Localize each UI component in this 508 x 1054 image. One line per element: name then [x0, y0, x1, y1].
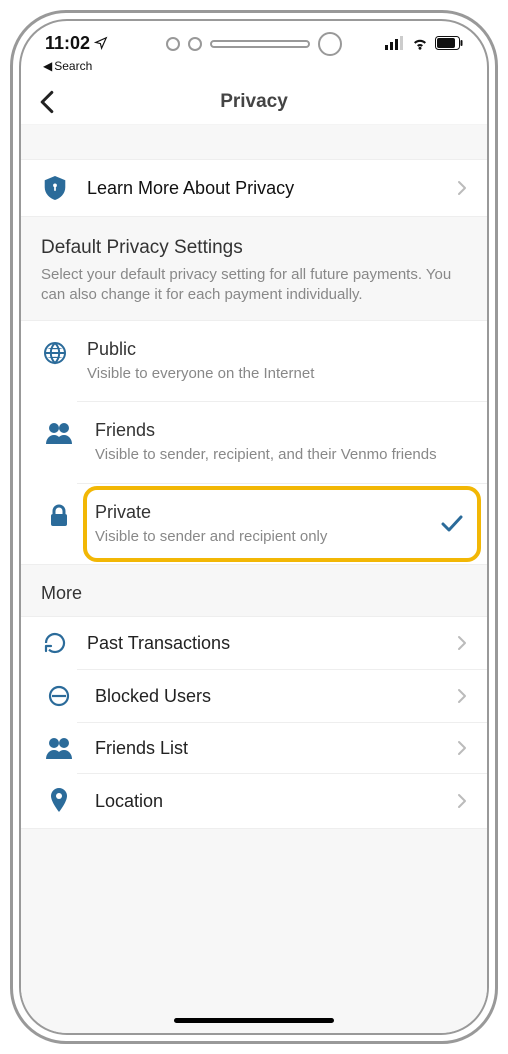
blocked-icon: [21, 684, 77, 708]
device-frame: 11:02 ◀ Search: [10, 10, 498, 1044]
history-icon: [41, 631, 69, 655]
privacy-options: Public Visible to everyone on the Intern…: [21, 320, 487, 566]
learn-more-row[interactable]: Learn More About Privacy: [21, 159, 487, 217]
learn-more-label: Learn More About Privacy: [87, 178, 439, 199]
option-title: Public: [87, 339, 467, 360]
more-item-label: Friends List: [95, 738, 439, 759]
chevron-right-icon: [457, 740, 467, 756]
home-indicator[interactable]: [174, 1018, 334, 1023]
back-caret-icon: ◀: [43, 59, 52, 73]
privacy-option-friends[interactable]: Friends Visible to sender, recipient, an…: [77, 401, 487, 483]
more-item-label: Location: [95, 791, 439, 812]
back-to-search[interactable]: ◀ Search: [21, 59, 487, 79]
nav-bar: Privacy: [21, 79, 487, 125]
privacy-option-public[interactable]: Public Visible to everyone on the Intern…: [21, 321, 487, 402]
screen: 11:02 ◀ Search: [19, 19, 489, 1035]
option-title: Private: [95, 502, 423, 523]
friends-icon: [21, 420, 77, 444]
cellular-icon: [385, 36, 405, 50]
default-privacy-header: Default Privacy Settings Select your def…: [21, 217, 487, 320]
more-location[interactable]: Location: [77, 773, 487, 828]
chevron-right-icon: [457, 793, 467, 809]
globe-icon: [41, 339, 69, 365]
more-section-title: More: [21, 565, 487, 616]
location-arrow-icon: [94, 36, 108, 50]
default-privacy-title: Default Privacy Settings: [41, 237, 467, 259]
option-title: Friends: [95, 420, 467, 441]
pin-icon: [21, 788, 77, 814]
checkmark-icon: [441, 515, 467, 533]
wifi-icon: [411, 36, 429, 50]
back-search-label: Search: [54, 59, 92, 73]
lock-icon: [21, 502, 77, 528]
option-desc: Visible to everyone on the Internet: [87, 364, 467, 384]
chevron-right-icon: [457, 180, 467, 196]
chevron-right-icon: [457, 635, 467, 651]
more-item-label: Blocked Users: [95, 686, 439, 707]
more-item-label: Past Transactions: [87, 633, 439, 654]
more-past-transactions[interactable]: Past Transactions: [21, 617, 487, 669]
more-blocked-users[interactable]: Blocked Users: [77, 669, 487, 722]
page-title: Privacy: [39, 91, 469, 113]
content-scroll[interactable]: Learn More About Privacy Default Privacy…: [21, 125, 487, 1033]
status-time: 11:02: [45, 33, 90, 54]
shield-icon: [41, 176, 69, 200]
privacy-option-private[interactable]: Private Visible to sender and recipient …: [77, 483, 487, 565]
battery-icon: [435, 36, 463, 50]
option-desc: Visible to sender, recipient, and their …: [95, 445, 467, 465]
more-friends-list[interactable]: Friends List: [77, 722, 487, 773]
chevron-right-icon: [457, 688, 467, 704]
more-list: Past Transactions Blocked Users Friends …: [21, 616, 487, 829]
status-bar: 11:02: [21, 21, 487, 59]
friends-icon: [21, 737, 77, 759]
option-desc: Visible to sender and recipient only: [95, 527, 423, 547]
default-privacy-desc: Select your default privacy setting for …: [41, 265, 467, 306]
